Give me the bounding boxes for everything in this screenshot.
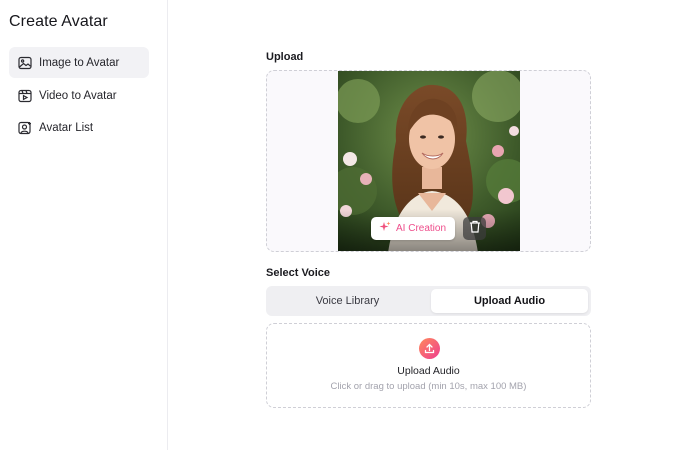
audio-upload-area[interactable]: Upload Audio Click or drag to upload (mi…	[266, 323, 591, 408]
delete-image-button[interactable]	[463, 217, 486, 240]
upload-label: Upload	[266, 51, 304, 63]
tab-upload-audio[interactable]: Upload Audio	[431, 289, 588, 313]
trash-icon	[469, 220, 481, 238]
video-icon	[17, 88, 33, 104]
app-window: Create Avatar Image to Avatar Video to A…	[0, 0, 686, 450]
select-voice-label: Select Voice	[266, 267, 330, 279]
upload-audio-hint: Click or drag to upload (min 10s, max 10…	[330, 381, 527, 392]
sidebar-title: Create Avatar	[9, 13, 108, 30]
sidebar-item-label: Video to Avatar	[39, 89, 117, 102]
sidebar-item-avatar-list[interactable]: Avatar List	[9, 112, 149, 143]
upload-audio-title: Upload Audio	[397, 365, 460, 377]
image-upload-area[interactable]: AI Creation	[266, 70, 591, 252]
sparkle-icon	[379, 220, 391, 238]
ai-creation-button[interactable]: AI Creation	[371, 217, 456, 240]
upload-icon	[419, 338, 440, 359]
sidebar: Create Avatar Image to Avatar Video to A…	[0, 0, 168, 450]
main-content: Upload AI Creation Select Voice Voice Li…	[168, 0, 686, 450]
sidebar-item-video-to-avatar[interactable]: Video to Avatar	[9, 80, 149, 111]
voice-tab-group: Voice Library Upload Audio	[266, 286, 591, 316]
sidebar-item-label: Avatar List	[39, 121, 94, 134]
tab-voice-library[interactable]: Voice Library	[269, 289, 426, 313]
sidebar-item-label: Image to Avatar	[39, 56, 120, 69]
image-icon	[17, 55, 33, 71]
avatar-list-icon	[17, 120, 33, 136]
ai-creation-label: AI Creation	[396, 223, 447, 234]
sidebar-item-image-to-avatar[interactable]: Image to Avatar	[9, 47, 149, 78]
